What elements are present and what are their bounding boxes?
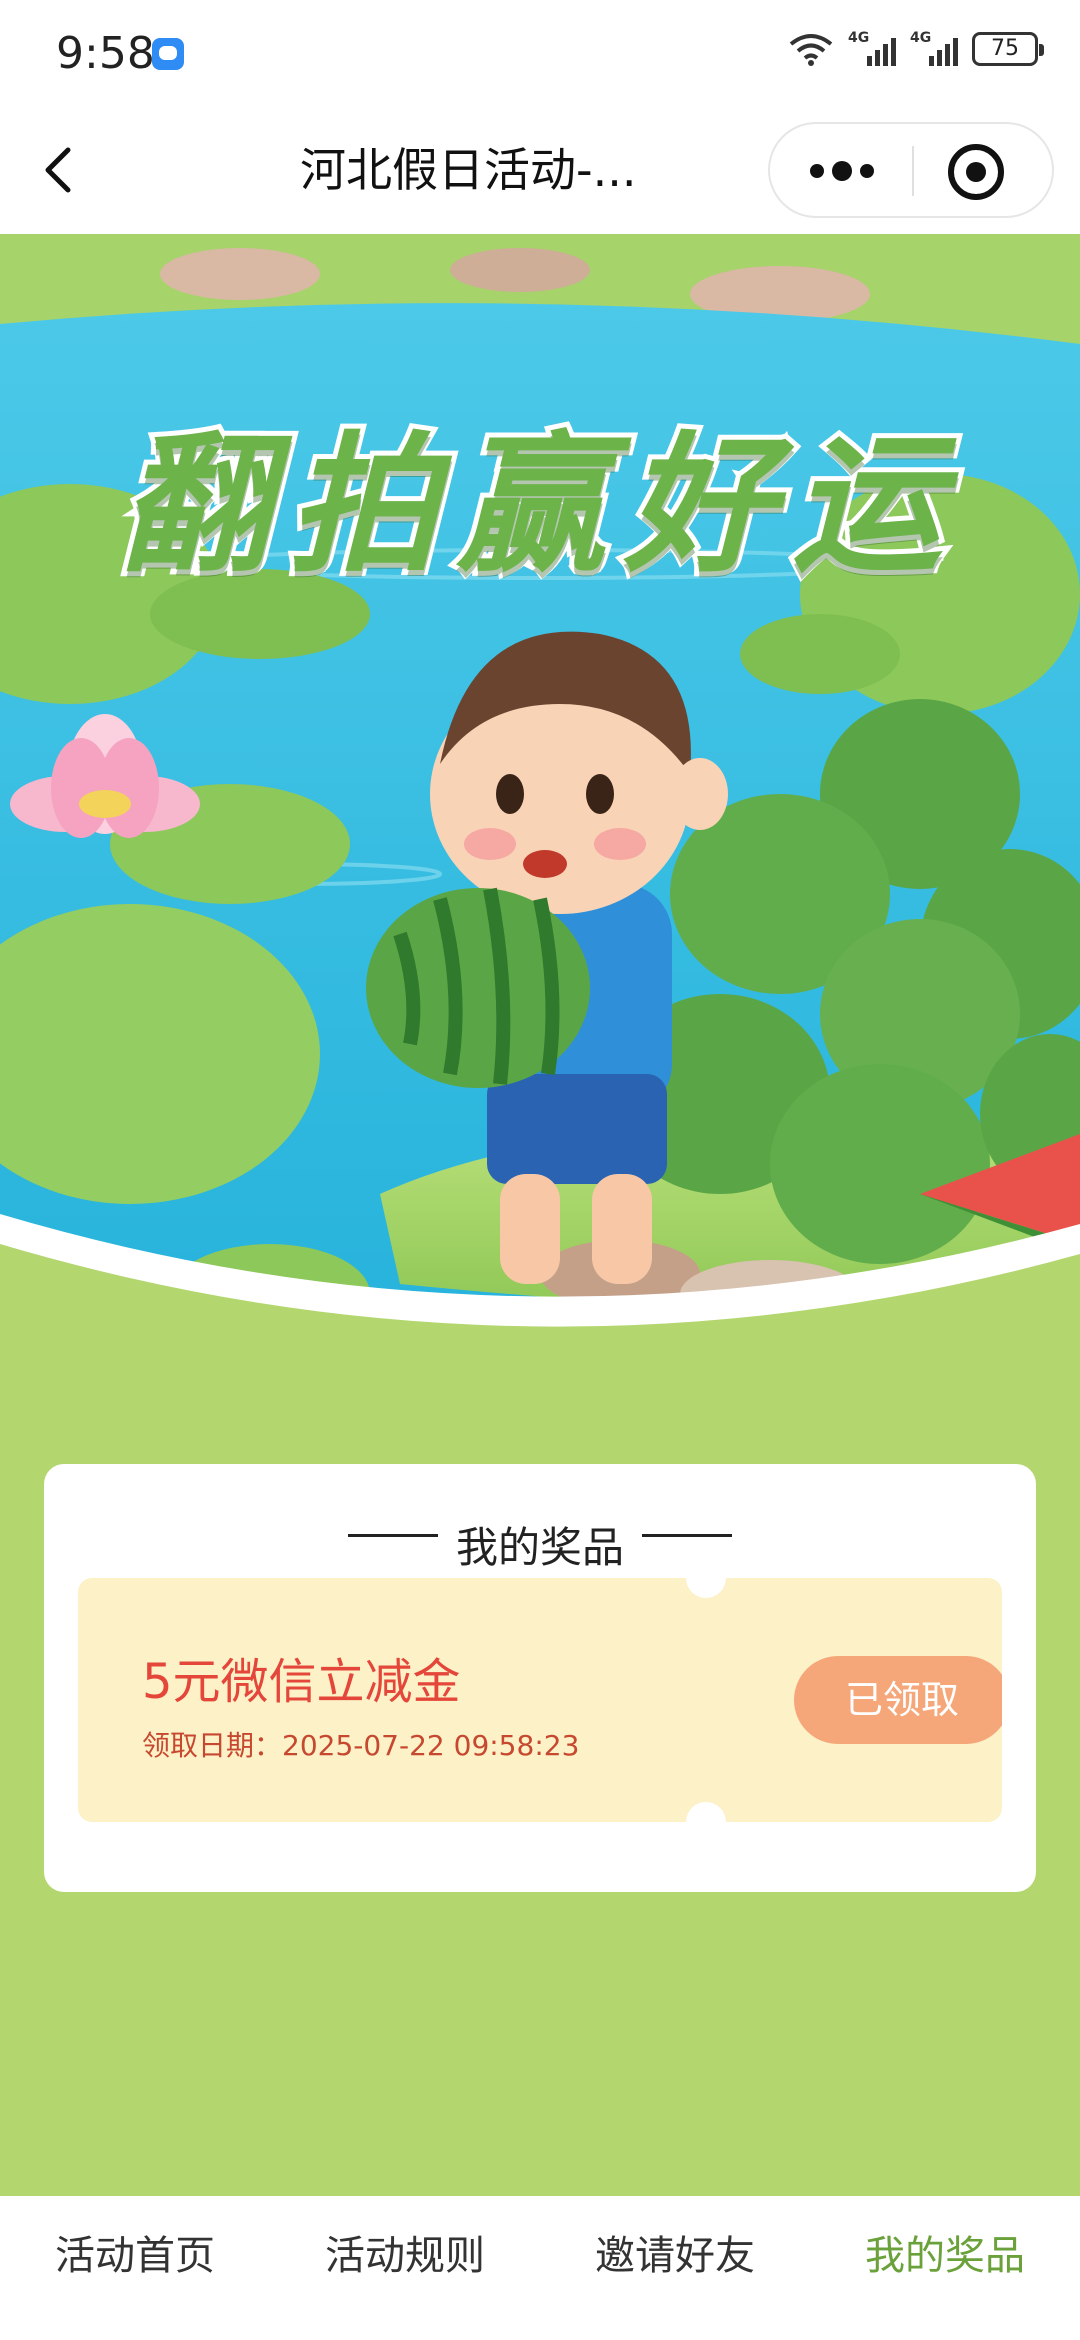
tab-invite-friends[interactable]: 邀请好友	[540, 2196, 810, 2340]
tab-activity-rules[interactable]: 活动规则	[270, 2196, 540, 2340]
wifi-icon	[788, 32, 834, 66]
banner-title: 翻拍赢好运	[115, 414, 960, 598]
claimed-button[interactable]: 已领取	[794, 1656, 1002, 1744]
prize-card-title: 我的奖品	[455, 1523, 624, 1572]
banner-illustration: 翻拍赢好运	[0, 234, 1080, 1410]
tab-my-prizes[interactable]: 我的奖品	[810, 2196, 1080, 2340]
more-dots-icon[interactable]	[792, 142, 892, 200]
page-title: 河北假日活动-...	[300, 143, 637, 197]
battery-level: 75	[991, 36, 1019, 61]
target-icon[interactable]	[948, 144, 1004, 200]
tab-activity-home[interactable]: 活动首页	[0, 2196, 270, 2340]
back-arrow-icon[interactable]	[30, 140, 90, 200]
prize-card: 我的奖品 5元微信立减金 领取日期：2025-07-22 09:58:23 已领…	[44, 1464, 1036, 1892]
status-bar: 9:58 4G 4G 75	[0, 0, 1080, 110]
signal-icon-2: 4G	[910, 30, 958, 68]
coupon-item: 5元微信立减金 领取日期：2025-07-22 09:58:23 已领取	[78, 1578, 1002, 1822]
coupon-date: 领取日期：2025-07-22 09:58:23	[142, 1729, 580, 1762]
coupon-notch-bottom	[686, 1802, 726, 1822]
status-time: 9:58	[56, 28, 155, 79]
coupon-name: 5元微信立减金	[142, 1654, 461, 1710]
coupon-notch-top	[686, 1578, 726, 1598]
battery-icon: 75	[972, 32, 1044, 66]
status-icons: 4G 4G 75	[788, 30, 1044, 68]
capsule-divider	[912, 146, 914, 196]
mini-program-capsule	[768, 122, 1054, 218]
nav-bar: 河北假日活动-...	[0, 110, 1080, 234]
bottom-tab-bar: 活动首页 活动规则 邀请好友 我的奖品	[0, 2196, 1080, 2340]
chat-notification-icon	[152, 38, 184, 70]
heading-rule-right	[642, 1534, 732, 1537]
signal-icon: 4G	[848, 30, 896, 68]
